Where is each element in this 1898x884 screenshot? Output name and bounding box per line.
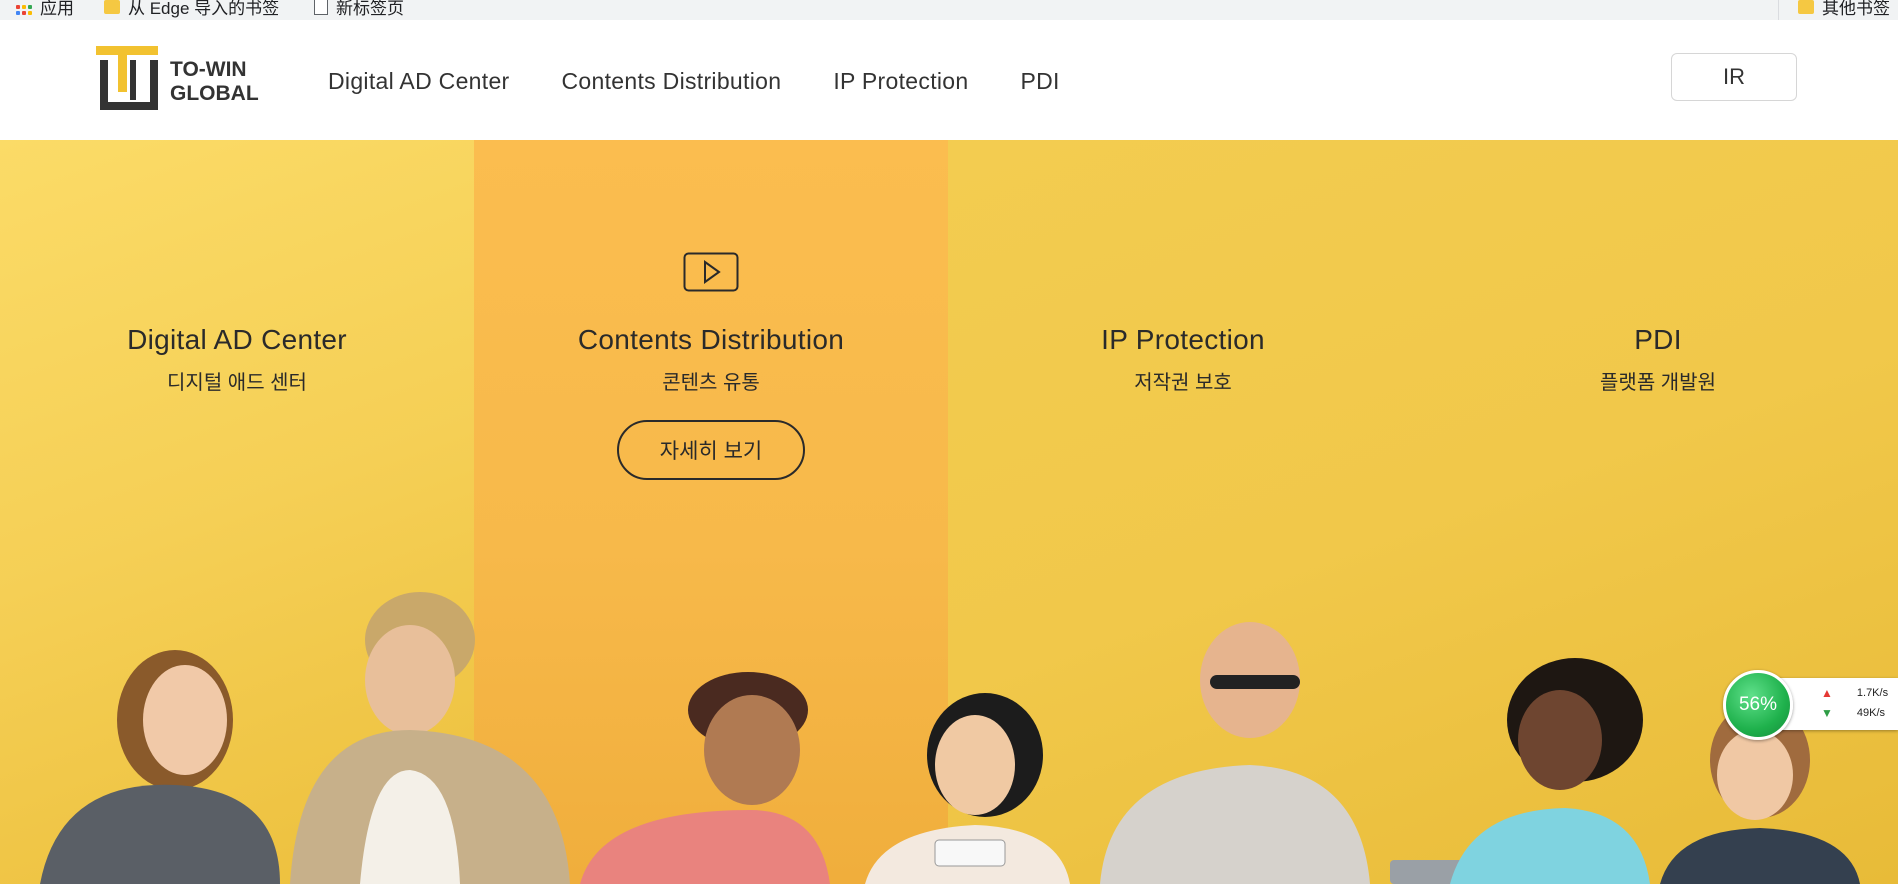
nav-contents-distribution[interactable]: Contents Distribution (562, 68, 782, 95)
column-subtitle: 콘텐츠 유통 (662, 372, 760, 394)
download-row: ▼ 49K/s (1821, 706, 1885, 720)
apps-icon (16, 0, 32, 15)
logo-line-1: TO-WIN (170, 58, 247, 81)
play-icon (683, 252, 739, 292)
person-3 (580, 672, 830, 884)
download-speed: 49K/s (1856, 707, 1886, 719)
download-arrow-icon: ▼ (1821, 706, 1833, 720)
bookmark-label: 从 Edge 导入的书签 (128, 0, 280, 18)
hero-section: Digital AD Center 디지털 애드 센터 Contents Dis… (0, 140, 1898, 884)
column-title: PDI (1634, 324, 1682, 355)
site-header: TO-WIN GLOBAL Digital AD Center Contents… (0, 20, 1898, 140)
view-details-button[interactable]: 자세히 보기 (617, 420, 805, 480)
logo[interactable]: TO-WIN GLOBAL (96, 46, 266, 116)
upload-arrow-icon: ▲ (1821, 686, 1833, 700)
nav-digital-ad-center[interactable]: Digital AD Center (328, 68, 510, 95)
divider (1778, 0, 1779, 20)
column-subtitle: 저작권 보호 (1134, 372, 1232, 394)
person-1 (40, 650, 280, 884)
person-4 (865, 693, 1070, 884)
person-2 (290, 592, 570, 884)
column-title: Contents Distribution (577, 324, 845, 355)
bookmark-edge-folder[interactable]: 从 Edge 导入的书签 (104, 0, 279, 19)
bookmarks-bar: 应用 从 Edge 导入的书签 新标签页 其他书签 (0, 0, 1898, 21)
bookmark-other-folder[interactable]: 其他书签 (1798, 0, 1890, 19)
column-title: IP Protection (1101, 324, 1265, 355)
upload-speed: 1.7K/s (1856, 687, 1889, 699)
main-nav: Digital AD Center Contents Distribution … (328, 68, 1060, 95)
bookmark-label: 新标签页 (336, 0, 404, 18)
bookmark-label: 应用 (40, 0, 74, 18)
bookmark-label: 其他书签 (1822, 0, 1890, 18)
person-6 (1450, 658, 1650, 884)
folder-icon (1798, 0, 1814, 14)
memory-percent-badge[interactable]: 56% (1723, 670, 1793, 740)
nav-ip-protection[interactable]: IP Protection (833, 68, 968, 95)
nav-pdi[interactable]: PDI (1020, 68, 1059, 95)
folder-icon (104, 0, 120, 14)
column-subtitle: 디지털 애드 센터 (167, 372, 307, 394)
upload-row: ▲ 1.7K/s (1821, 686, 1888, 700)
logo-text: TO-WIN GLOBAL (170, 58, 259, 106)
page-icon (314, 0, 328, 15)
logo-line-2: GLOBAL (170, 82, 259, 105)
bookmark-new-tab[interactable]: 新标签页 (314, 0, 404, 19)
network-speed-widget[interactable]: ▲ 1.7K/s ▼ 49K/s + 56% (1721, 668, 1898, 742)
people-photo (40, 592, 1860, 884)
person-5 (1100, 622, 1530, 884)
bookmark-apps[interactable]: 应用 (16, 0, 74, 19)
column-title: Digital AD Center (127, 324, 347, 355)
column-subtitle: 플랫폼 개발원 (1600, 372, 1716, 394)
ir-button[interactable]: IR (1671, 53, 1797, 101)
logo-mark-icon (96, 46, 158, 110)
